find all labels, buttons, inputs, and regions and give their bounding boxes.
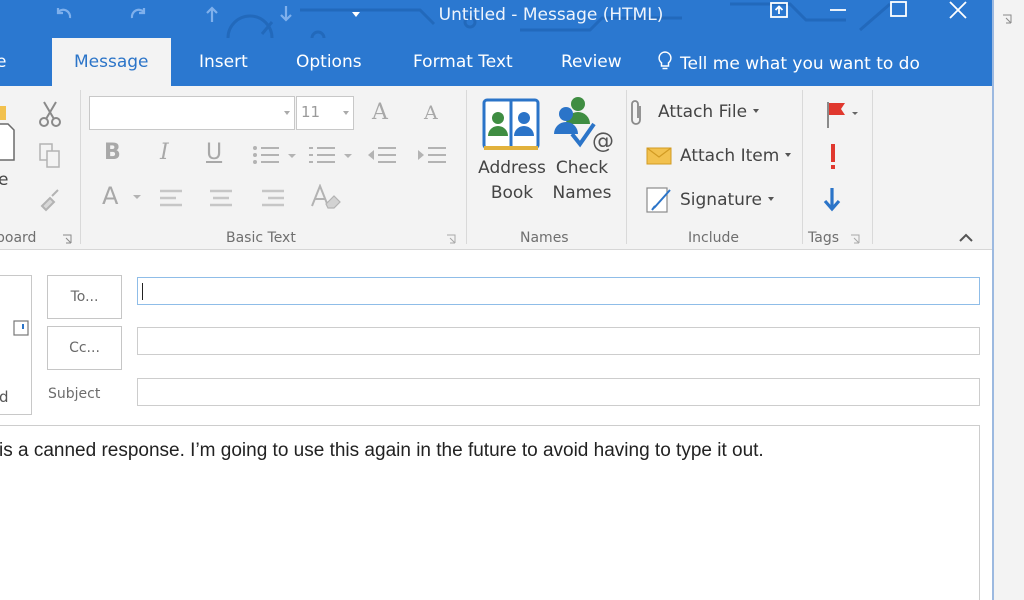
address-book-button[interactable]: Address Book	[474, 94, 548, 214]
basic-text-launcher-icon[interactable]	[446, 234, 456, 244]
resize-grip-icon	[1003, 14, 1012, 24]
tab-options[interactable]: Options	[296, 52, 362, 72]
address-book-label-2: Book	[490, 183, 534, 203]
group-include: Attach File Attach Item Signature Includ…	[626, 86, 802, 250]
message-body[interactable]: is a canned response. I’m going to use t…	[0, 425, 980, 600]
send-icon	[13, 320, 29, 336]
font-size-dropdown[interactable]: 11	[296, 96, 354, 130]
numbering-icon[interactable]	[308, 144, 356, 166]
paperclip-icon	[631, 100, 641, 125]
group-clipboard: e board	[0, 86, 80, 250]
attach-item-button[interactable]: Attach Item	[646, 146, 792, 166]
font-size-value: 11	[301, 103, 321, 121]
to-button[interactable]: To...	[47, 275, 122, 319]
check-names-label-2: Names	[552, 183, 612, 203]
paste-icon[interactable]	[0, 104, 20, 162]
bold-button[interactable]: B	[104, 140, 121, 165]
group-label-tags: Tags	[808, 230, 839, 246]
copy-icon[interactable]	[38, 142, 62, 170]
cc-field[interactable]	[137, 327, 980, 355]
outlook-message-window: Untitled - Message (HTML) e Message Inse…	[0, 0, 992, 600]
format-painter-icon[interactable]	[38, 186, 62, 212]
tell-me-label: Tell me what you want to do	[680, 54, 920, 74]
group-label-basic-text: Basic Text	[226, 230, 296, 246]
collapse-ribbon-icon[interactable]	[958, 232, 974, 244]
font-name-dropdown[interactable]	[89, 96, 295, 130]
decrease-indent-icon[interactable]	[366, 144, 398, 166]
check-names-icon: @	[554, 97, 614, 154]
tell-me-search[interactable]: Tell me what you want to do	[656, 50, 920, 74]
send-label: d	[0, 388, 9, 406]
maximize-icon[interactable]	[878, 0, 918, 30]
follow-up-flag-icon[interactable]	[824, 100, 864, 130]
subject-label: Subject	[48, 386, 101, 402]
font-color-dropdown-icon[interactable]	[132, 192, 142, 202]
underline-button[interactable]: U	[206, 140, 222, 165]
high-importance-icon[interactable]	[826, 142, 840, 172]
font-color-button[interactable]: A	[102, 182, 118, 210]
check-names-button[interactable]: @ Check Names	[550, 94, 618, 214]
close-icon[interactable]	[938, 0, 978, 30]
clipboard-launcher-icon[interactable]	[62, 234, 72, 244]
grow-font-button[interactable]: A	[372, 100, 388, 125]
increase-indent-icon[interactable]	[416, 144, 448, 166]
align-left-icon[interactable]	[158, 188, 184, 208]
group-label-include: Include	[688, 230, 739, 246]
envelope-icon	[646, 147, 672, 165]
address-book-icon	[482, 98, 540, 150]
check-names-label-1: Check	[555, 158, 609, 178]
group-names: Address Book @ Check Names Names	[466, 86, 626, 250]
send-button[interactable]: d	[0, 275, 32, 415]
cut-icon[interactable]	[38, 100, 62, 128]
bullets-icon[interactable]	[252, 144, 300, 166]
ribbon: e board 11 A A B I U A Basic Text Addres…	[0, 86, 992, 250]
tab-format-text[interactable]: Format Text	[413, 52, 513, 72]
align-right-icon[interactable]	[260, 188, 286, 208]
signature-button[interactable]: Signature	[646, 187, 775, 213]
group-divider	[872, 90, 873, 244]
paste-label: e	[0, 170, 9, 190]
background-window-edge	[992, 0, 1024, 600]
address-book-label-1: Address	[478, 158, 546, 178]
tab-message[interactable]: Message	[52, 38, 171, 86]
italic-button[interactable]: I	[160, 140, 169, 165]
group-label-clipboard: board	[0, 230, 37, 246]
clear-formatting-icon[interactable]	[310, 184, 342, 212]
attach-item-label: Attach Item	[680, 146, 780, 166]
svg-text:@: @	[592, 129, 614, 154]
tab-review[interactable]: Review	[561, 52, 622, 72]
minimize-icon[interactable]	[818, 0, 858, 30]
group-basic-text: 11 A A B I U A Basic Text	[80, 86, 466, 250]
cc-button[interactable]: Cc...	[47, 326, 122, 370]
low-importance-icon[interactable]	[822, 186, 842, 214]
title-bar: Untitled - Message (HTML)	[0, 0, 992, 38]
align-center-icon[interactable]	[208, 188, 234, 208]
signature-label: Signature	[680, 190, 763, 210]
compose-area: d To... Cc... Subject is a canned respon…	[0, 251, 992, 600]
tab-insert[interactable]: Insert	[199, 52, 248, 72]
tab-file[interactable]: e	[0, 52, 6, 72]
text-cursor	[142, 283, 143, 300]
group-label-names: Names	[520, 230, 569, 246]
group-tags: Tags	[802, 86, 872, 250]
ribbon-tab-bar: e Message Insert Options Format Text Rev…	[0, 38, 992, 86]
message-body-text: is a canned response. I’m going to use t…	[0, 440, 764, 461]
attach-file-button[interactable]: Attach File	[631, 100, 760, 125]
shrink-font-button[interactable]: A	[424, 102, 438, 124]
ribbon-display-options-icon[interactable]	[760, 0, 800, 30]
attach-file-label: Attach File	[658, 102, 748, 122]
subject-field[interactable]	[137, 378, 980, 406]
signature-icon	[646, 187, 671, 213]
to-field[interactable]	[137, 277, 980, 305]
lightbulb-icon	[658, 51, 672, 70]
tags-launcher-icon[interactable]	[850, 234, 860, 244]
